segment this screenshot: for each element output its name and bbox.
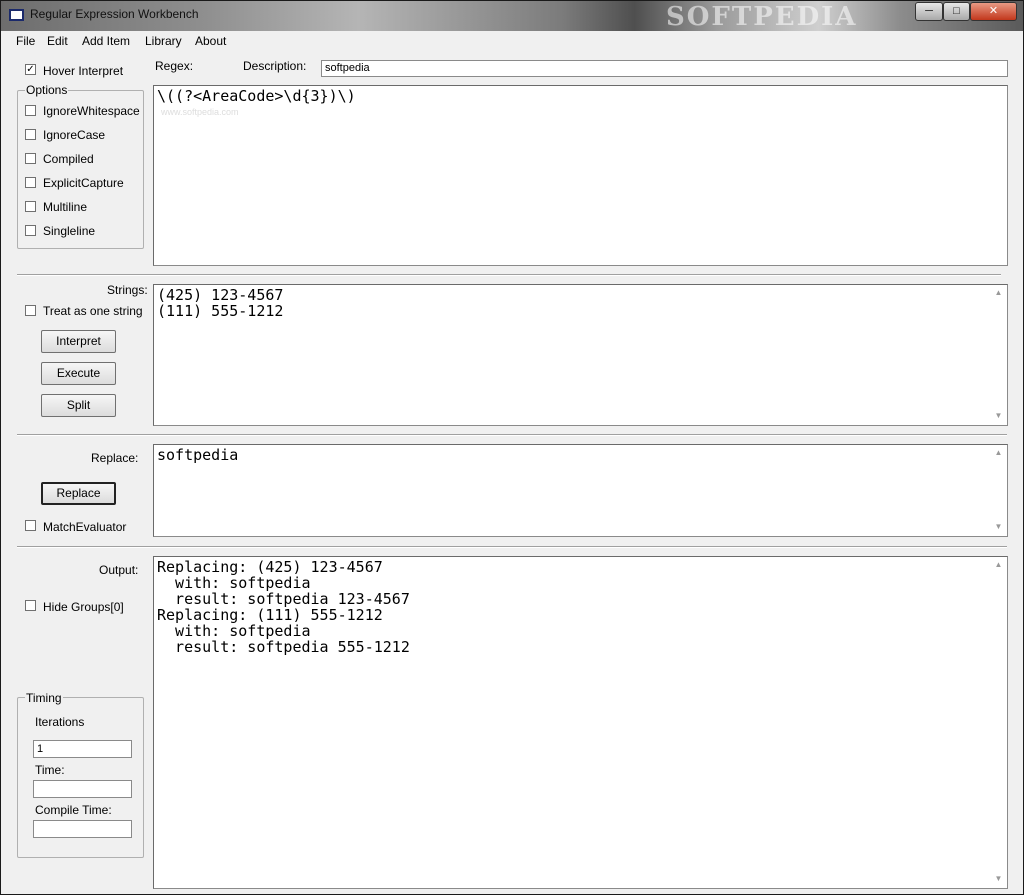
strings-scroll-down-icon[interactable]: ▼ xyxy=(994,411,1003,420)
match-evaluator-label: MatchEvaluator xyxy=(43,520,127,534)
window-title: Regular Expression Workbench xyxy=(30,7,199,21)
strings-label: Strings: xyxy=(107,283,148,297)
singleline-checkbox[interactable] xyxy=(25,225,36,236)
hide-groups-checkbox[interactable] xyxy=(25,600,36,611)
replace-label: Replace: xyxy=(91,451,139,465)
hide-groups-label: Hide Groups[0] xyxy=(43,600,124,614)
minimize-button[interactable]: ─ xyxy=(915,2,943,21)
regex-label: Regex: xyxy=(155,59,194,73)
interpret-button[interactable]: Interpret xyxy=(41,330,116,353)
replace-scroll-up-icon[interactable]: ▲ xyxy=(994,448,1003,457)
strings-editor[interactable]: (425) 123-4567 (111) 555-1212 xyxy=(153,284,1008,426)
match-evaluator-checkbox[interactable] xyxy=(25,520,36,531)
close-button[interactable]: ✕ xyxy=(970,2,1017,21)
output-label: Output: xyxy=(99,563,139,577)
timing-title: Timing xyxy=(25,691,63,705)
output-editor[interactable]: Replacing: (425) 123-4567 with: softpedi… xyxy=(153,556,1008,889)
compile-time-label: Compile Time: xyxy=(35,803,112,817)
iterations-input[interactable]: 1 xyxy=(33,740,132,758)
replace-button[interactable]: Replace xyxy=(41,482,116,505)
menu-file[interactable]: File xyxy=(16,34,35,48)
ignore-case-checkbox[interactable] xyxy=(25,129,36,140)
replace-scroll-down-icon[interactable]: ▼ xyxy=(994,522,1003,531)
ignore-case-label: IgnoreCase xyxy=(43,128,106,142)
compiled-checkbox[interactable] xyxy=(25,153,36,164)
output-scroll-down-icon[interactable]: ▼ xyxy=(994,874,1003,883)
explicit-capture-label: ExplicitCapture xyxy=(43,176,124,190)
app-window: Regular Expression Workbench SOFTPEDIA ─… xyxy=(0,0,1024,895)
maximize-button[interactable]: □ xyxy=(943,2,970,21)
hover-interpret-checkbox[interactable]: ✓ xyxy=(25,64,36,75)
time-input[interactable] xyxy=(33,780,132,798)
menu-library[interactable]: Library xyxy=(145,34,182,48)
check-mark-icon: ✓ xyxy=(26,64,35,75)
ignore-whitespace-label: IgnoreWhitespace xyxy=(43,104,140,118)
softpedia-watermark: SOFTPEDIA xyxy=(666,2,858,32)
compile-time-input[interactable] xyxy=(33,820,132,838)
menu-edit[interactable]: Edit xyxy=(47,34,68,48)
multiline-checkbox[interactable] xyxy=(25,201,36,212)
execute-button[interactable]: Execute xyxy=(41,362,116,385)
strings-scroll-up-icon[interactable]: ▲ xyxy=(994,288,1003,297)
separator-3 xyxy=(17,546,1007,548)
split-button[interactable]: Split xyxy=(41,394,116,417)
separator-2 xyxy=(17,434,1007,436)
multiline-label: Multiline xyxy=(43,200,88,214)
menu-add-item[interactable]: Add Item xyxy=(82,34,130,48)
editor-watermark: www.softpedia.com xyxy=(161,107,239,117)
time-label: Time: xyxy=(35,763,65,777)
app-icon xyxy=(9,9,24,21)
description-input[interactable]: softpedia xyxy=(321,60,1008,77)
output-scroll-up-icon[interactable]: ▲ xyxy=(994,560,1003,569)
replace-editor[interactable]: softpedia xyxy=(153,444,1008,537)
menu-about[interactable]: About xyxy=(195,34,226,48)
treat-as-one-string-label: Treat as one string xyxy=(43,304,143,318)
ignore-whitespace-checkbox[interactable] xyxy=(25,105,36,116)
description-label: Description: xyxy=(243,59,307,73)
options-title: Options xyxy=(25,83,69,97)
explicit-capture-checkbox[interactable] xyxy=(25,177,36,188)
regex-editor[interactable]: \((?<AreaCode>\d{3})\) xyxy=(153,85,1008,266)
iterations-label: Iterations xyxy=(35,715,85,729)
separator-1 xyxy=(17,274,1001,276)
hover-interpret-label: Hover Interpret xyxy=(43,64,124,78)
singleline-label: Singleline xyxy=(43,224,96,238)
compiled-label: Compiled xyxy=(43,152,94,166)
menu-bar: File Edit Add Item Library About xyxy=(1,31,1023,51)
title-bar[interactable]: Regular Expression Workbench SOFTPEDIA ─… xyxy=(1,1,1023,32)
treat-as-one-string-checkbox[interactable] xyxy=(25,305,36,316)
